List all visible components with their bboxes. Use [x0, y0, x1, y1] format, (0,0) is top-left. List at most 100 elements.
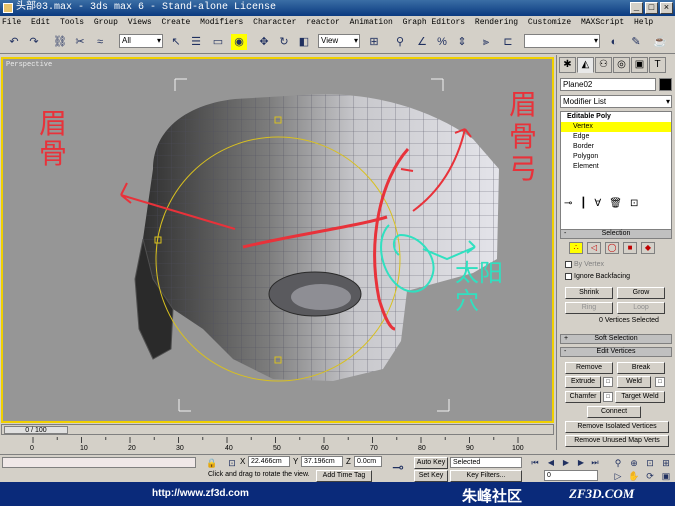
- menu-modifiers[interactable]: Modifiers: [200, 18, 243, 27]
- render-scene-icon[interactable]: ✎: [628, 34, 644, 50]
- goto-end-icon[interactable]: ⏭: [590, 455, 600, 471]
- next-frame-icon[interactable]: ▶: [576, 455, 586, 471]
- material-editor-icon[interactable]: ◐: [606, 34, 622, 50]
- ring-button[interactable]: Ring: [565, 302, 613, 314]
- chamfer-settings-button[interactable]: □: [603, 392, 613, 402]
- auto-key-button[interactable]: Auto Key: [414, 457, 448, 469]
- time-slider-thumb[interactable]: 0 / 100: [4, 426, 68, 434]
- quick-render-icon[interactable]: ☕: [652, 34, 668, 50]
- edit-vertices-rollout-header[interactable]: - Edit Vertices: [560, 347, 672, 357]
- show-end-result-icon[interactable]: ┃: [580, 198, 586, 212]
- motion-tab-icon[interactable]: ◎: [613, 57, 630, 73]
- key-mode-dropdown[interactable]: Selected: [450, 457, 522, 468]
- stack-item-vertex[interactable]: Vertex: [561, 122, 671, 132]
- weld-button[interactable]: Weld: [617, 376, 651, 388]
- angle-snap-icon[interactable]: ∠: [414, 34, 430, 50]
- configure-modifier-sets-icon[interactable]: ⊡: [630, 198, 638, 212]
- ignore-backfacing-checkbox[interactable]: Ignore Backfacing: [565, 273, 630, 280]
- menu-help[interactable]: Help: [634, 18, 653, 27]
- grow-button[interactable]: Grow: [617, 287, 665, 299]
- remove-isolated-vertices-button[interactable]: Remove Isolated Vertices: [565, 421, 669, 433]
- break-button[interactable]: Break: [617, 362, 665, 374]
- align-icon[interactable]: ⊏: [500, 34, 516, 50]
- time-slider[interactable]: 0 / 100: [1, 424, 554, 435]
- remove-unused-map-verts-button[interactable]: Remove Unused Map Verts: [565, 435, 669, 447]
- chamfer-button[interactable]: Chamfer: [565, 391, 601, 403]
- remove-button[interactable]: Remove: [565, 362, 613, 374]
- rect-selection-icon[interactable]: ▭: [210, 34, 226, 50]
- polygon-mode-icon[interactable]: ■: [623, 242, 637, 254]
- modify-tab-icon[interactable]: ◭: [577, 57, 594, 73]
- move-icon[interactable]: ✥: [256, 34, 272, 50]
- vertex-mode-icon[interactable]: ∴: [569, 242, 583, 254]
- undo-icon[interactable]: ↶: [6, 34, 22, 50]
- display-tab-icon[interactable]: ▣: [631, 57, 648, 73]
- soft-selection-rollout-header[interactable]: + Soft Selection: [560, 334, 672, 344]
- stack-item-element[interactable]: Element: [561, 162, 671, 172]
- pin-stack-icon[interactable]: ⊸: [564, 198, 572, 212]
- scale-icon[interactable]: ◧: [296, 34, 312, 50]
- key-filters-button[interactable]: Key Filters...: [450, 470, 522, 482]
- border-mode-icon[interactable]: ◯: [605, 242, 619, 254]
- remove-modifier-icon[interactable]: 🗑: [609, 198, 622, 212]
- extrude-button[interactable]: Extrude: [565, 376, 601, 388]
- lock-selection-icon[interactable]: 🔒: [206, 455, 218, 468]
- object-color-swatch[interactable]: [659, 78, 672, 91]
- bind-space-warp-icon[interactable]: ≈: [92, 34, 108, 50]
- select-object-icon[interactable]: ↖: [168, 34, 184, 50]
- menu-tools[interactable]: Tools: [60, 18, 84, 27]
- target-weld-button[interactable]: Target Weld: [615, 391, 665, 403]
- current-frame-field[interactable]: 0: [544, 470, 598, 481]
- minimize-button[interactable]: _: [630, 2, 643, 14]
- modifier-list-dropdown[interactable]: Modifier List: [560, 95, 672, 108]
- mirror-icon[interactable]: ⫸: [478, 34, 494, 50]
- connect-button[interactable]: Connect: [587, 406, 641, 418]
- object-name-field[interactable]: Plane02: [560, 78, 656, 91]
- y-coord-field[interactable]: 37.196cm: [301, 456, 343, 467]
- track-bar[interactable]: 0 10 20 30 40 50 60 70 80 90 100: [1, 437, 554, 455]
- menu-edit[interactable]: Edit: [31, 18, 50, 27]
- make-unique-icon[interactable]: ∀: [594, 198, 601, 212]
- menu-views[interactable]: Views: [128, 18, 152, 27]
- menu-maxscript[interactable]: MAXScript: [581, 18, 624, 27]
- hierarchy-tab-icon[interactable]: ⚇: [595, 57, 612, 73]
- menu-reactor[interactable]: reactor: [306, 18, 340, 27]
- named-selection-dropdown[interactable]: [524, 34, 600, 48]
- stack-item-border[interactable]: Border: [561, 142, 671, 152]
- selection-rollout-header[interactable]: - Selection: [560, 229, 672, 239]
- menu-create[interactable]: Create: [162, 18, 191, 27]
- element-mode-icon[interactable]: ◆: [641, 242, 655, 254]
- reference-coord-dropdown[interactable]: View: [318, 34, 360, 48]
- add-time-tag-button[interactable]: Add Time Tag: [316, 470, 372, 482]
- menu-customize[interactable]: Customize: [528, 18, 571, 27]
- redo-icon[interactable]: ↷: [26, 34, 42, 50]
- z-coord-field[interactable]: 0.0cm: [354, 456, 382, 467]
- prev-frame-icon[interactable]: ◀: [546, 455, 556, 471]
- selection-filter-dropdown[interactable]: All: [119, 34, 163, 48]
- close-button[interactable]: ×: [660, 2, 673, 14]
- set-key-button[interactable]: Set Key: [414, 470, 448, 482]
- shrink-button[interactable]: Shrink: [565, 287, 613, 299]
- menu-file[interactable]: File: [2, 18, 21, 27]
- maxscript-listener[interactable]: [2, 457, 196, 468]
- rotate-icon[interactable]: ↻: [276, 34, 292, 50]
- edge-mode-icon[interactable]: ◁: [587, 242, 601, 254]
- unlink-icon[interactable]: ✂: [72, 34, 88, 50]
- menu-character[interactable]: Character: [253, 18, 296, 27]
- spinner-snap-icon[interactable]: ⇕: [454, 34, 470, 50]
- goto-start-icon[interactable]: ⏮: [530, 455, 540, 471]
- extrude-settings-button[interactable]: □: [603, 377, 613, 387]
- create-tab-icon[interactable]: ✱: [559, 57, 576, 73]
- weld-settings-button[interactable]: □: [655, 377, 665, 387]
- play-icon[interactable]: ▶: [560, 455, 572, 471]
- window-crossing-icon[interactable]: ◉: [231, 34, 247, 50]
- menu-group[interactable]: Group: [94, 18, 118, 27]
- by-vertex-checkbox[interactable]: By Vertex: [565, 261, 604, 268]
- stack-item-editable-poly[interactable]: Editable Poly: [561, 112, 671, 122]
- maximize-button[interactable]: □: [645, 2, 658, 14]
- percent-snap-icon[interactable]: %: [434, 34, 450, 50]
- perspective-viewport[interactable]: Perspective 眉骨 眉骨弓 太阳穴: [1, 57, 554, 423]
- modifier-stack[interactable]: Editable Poly Vertex Edge Border Polygon…: [560, 111, 672, 235]
- stack-item-polygon[interactable]: Polygon: [561, 152, 671, 162]
- utilities-tab-icon[interactable]: T: [649, 57, 666, 73]
